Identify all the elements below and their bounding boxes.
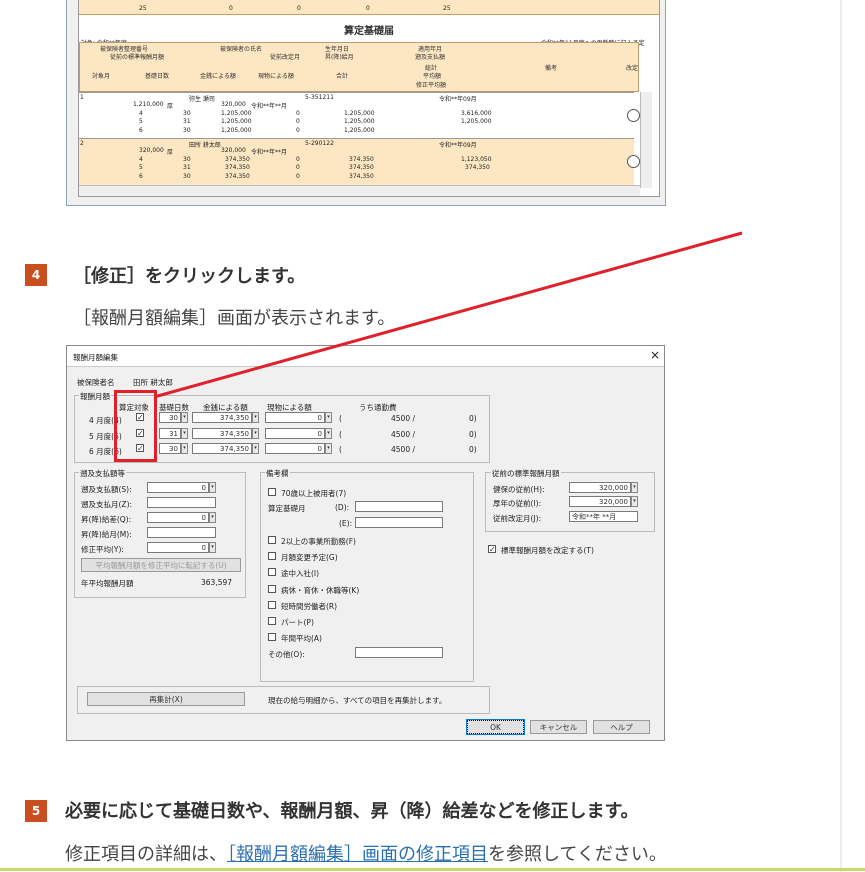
step-5-badge: 5	[25, 800, 47, 822]
pointer-arrow	[153, 231, 743, 399]
edit-items-link[interactable]: ［報酬月額編集］画面の修正項目	[227, 844, 488, 865]
step-5-title: 必要に応じて基礎日数や、報酬月額、昇（降）給差などを修正します。	[65, 801, 639, 822]
desc-text: 修正項目の詳細は、	[65, 844, 227, 865]
step-5-desc: 修正項目の詳細は、［報酬月額編集］画面の修正項目を参照してください。	[65, 840, 667, 866]
desc-text: を参照してください。	[488, 844, 667, 865]
